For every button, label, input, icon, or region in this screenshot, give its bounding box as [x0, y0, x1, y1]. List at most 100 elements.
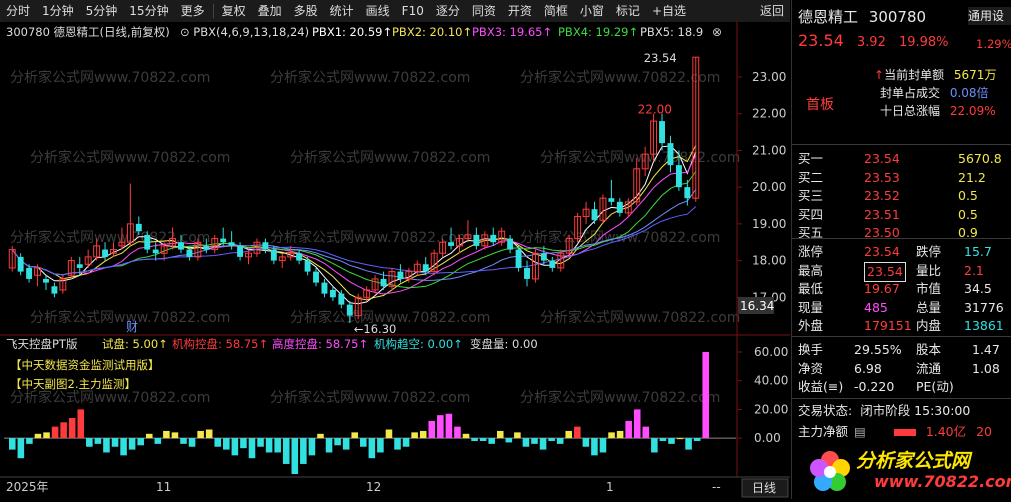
candle-body	[667, 143, 674, 166]
indicator-bar	[180, 438, 187, 444]
indicator-bar	[591, 438, 598, 456]
toolbar-item-8[interactable]: 统计	[324, 0, 360, 22]
candle-body	[26, 267, 33, 279]
watermark-text: 分析家公式网www.70822.com	[270, 69, 470, 86]
indicator-bar	[685, 438, 692, 450]
bid-row: 买二	[798, 169, 823, 187]
peak-label: 22.00	[638, 103, 672, 117]
indicator-bar	[488, 438, 495, 444]
candle-body	[51, 286, 58, 294]
indicator-bar	[231, 438, 239, 456]
candle-body	[591, 209, 598, 221]
chart-area[interactable]: 分析家公式网www.70822.com 分析家公式网www.70822.com 分析…	[0, 22, 790, 499]
indicator-bar	[103, 438, 110, 453]
indicator-bar	[514, 432, 521, 439]
indicator-bar	[334, 438, 341, 446]
indicator-bar	[411, 432, 418, 439]
toolbar-item-0[interactable]: 分时	[0, 0, 36, 22]
stat-label: 最低	[798, 281, 824, 296]
indicator-bar	[137, 438, 144, 446]
indicator-bar	[548, 438, 555, 441]
cursor-price-label: 16.34	[740, 299, 774, 313]
indicator-bar	[445, 413, 453, 439]
toolbar-item-11[interactable]: 逐分	[430, 0, 466, 22]
stat-value: 13861	[964, 318, 1004, 333]
chart-legend-item: PBX3: 19.65↑	[472, 25, 552, 39]
candle-body	[380, 278, 387, 287]
indicator-bar	[17, 438, 25, 459]
price-line: 23.54 3.92 19.98%	[798, 32, 949, 52]
list-icon[interactable]: ▤	[854, 424, 866, 439]
stat-value: 23.54	[864, 261, 906, 282]
toolbar-item-10[interactable]: F10	[396, 0, 430, 22]
stat-value: 31776	[964, 299, 1004, 315]
candle-body	[228, 242, 235, 246]
stat-value: 29.55%	[854, 342, 902, 357]
toolbar-item-9[interactable]: 画线	[360, 0, 396, 22]
indicator-bar	[317, 433, 324, 439]
indicator-bar	[582, 438, 590, 447]
stat-label: 股本	[916, 342, 942, 357]
stat-value: 2.1	[964, 262, 984, 278]
candle-body	[17, 256, 24, 272]
candle-body	[659, 121, 665, 144]
indicator-bar	[291, 438, 299, 474]
toolbar-item-14[interactable]: 简框	[538, 0, 574, 22]
time-axis-label: 11	[156, 480, 171, 494]
indicator-bar	[274, 438, 281, 453]
period-button[interactable]: 日线	[752, 481, 776, 495]
stock-code: 300780	[868, 8, 927, 26]
candle-body	[549, 260, 556, 268]
toolbar-item-15[interactable]: 小窗	[574, 0, 610, 22]
bid-price: 23.52	[864, 188, 900, 203]
main-net-row: 主力净额 ▤ 1.40亿 20	[798, 424, 993, 439]
fund-1-value: 5671万	[953, 68, 997, 82]
up-arrow-icon: ↑	[874, 68, 885, 82]
indicator-bar	[60, 422, 67, 439]
indicator-bar	[599, 438, 607, 453]
time-axis-label: 2025年	[6, 480, 49, 494]
candle-body	[262, 242, 269, 250]
indicator-bar	[171, 432, 179, 439]
settings-tab[interactable]: 通用设	[968, 7, 1011, 25]
toolbar-item-17[interactable]: +自选	[646, 0, 692, 22]
indicator-bar	[265, 438, 273, 453]
indicator-bar	[539, 438, 547, 450]
indicator-bar	[223, 438, 230, 450]
indicator-bar	[248, 438, 256, 459]
stat-label: 最高	[798, 262, 824, 278]
toolbar-item-3[interactable]: 15分钟	[123, 0, 174, 22]
site-logo: 分析家公式网 www.70822.com	[800, 440, 1011, 499]
bid-volume: 0.5	[958, 206, 978, 222]
range-button[interactable]: --	[712, 480, 721, 494]
toolbar-item-6[interactable]: 叠加	[252, 0, 288, 22]
candle-body	[203, 245, 210, 250]
toolbar-item-13[interactable]: 开资	[502, 0, 538, 22]
indicator-bar	[377, 438, 384, 453]
candle-body	[144, 234, 151, 250]
indicator-bar	[402, 438, 410, 447]
toolbar-item-12[interactable]: 同资	[466, 0, 502, 22]
stat-label: 现量	[798, 299, 824, 315]
bid-volume: 0.5	[958, 188, 978, 203]
candle-body	[422, 264, 429, 272]
toolbar-item-18[interactable]: 返回	[754, 0, 790, 22]
toolbar-item-16[interactable]: 标记	[610, 0, 646, 22]
indicator-bar	[419, 430, 427, 439]
bid-label: 买一	[798, 151, 824, 166]
toolbar-item-7[interactable]: 多股	[288, 0, 324, 22]
bid-price: 23.53	[864, 169, 900, 185]
indicator-bar	[479, 438, 487, 441]
candle-body	[313, 271, 319, 283]
toolbar-item-4[interactable]: 更多	[175, 0, 211, 22]
candle-body	[237, 245, 244, 257]
high-label: 23.54	[644, 51, 677, 65]
toolbar-item-1[interactable]: 1分钟	[36, 0, 80, 22]
toolbar-item-5[interactable]: 复权	[216, 0, 252, 22]
indicator-bar	[86, 438, 93, 447]
watermark-text: 分析家公式网www.70822.com	[270, 389, 470, 406]
toolbar-item-2[interactable]: 5分钟	[80, 0, 124, 22]
candle-body	[76, 264, 83, 268]
chart-legend-item: PBX2: 20.10↑	[392, 25, 472, 39]
watermark-text: 分析家公式网www.70822.com	[520, 389, 720, 406]
